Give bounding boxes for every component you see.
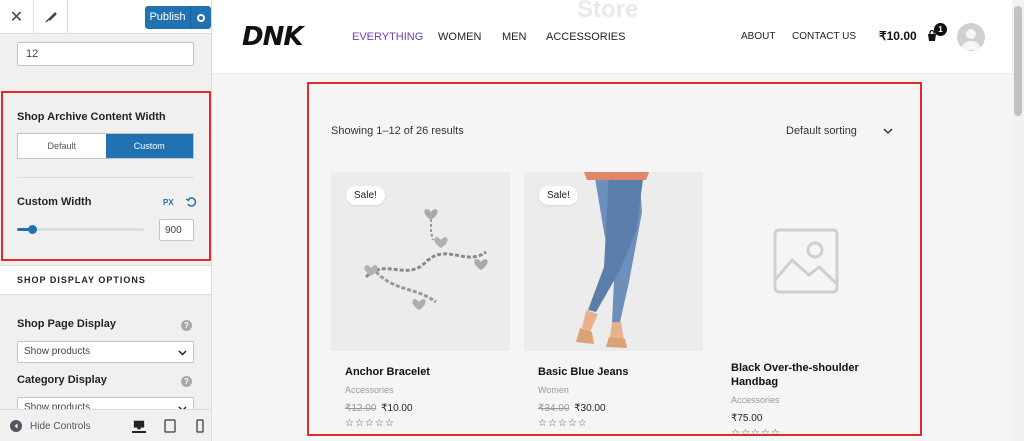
sorting-select[interactable]: Default sorting — [786, 125, 857, 137]
nav-item-about[interactable]: ABOUT — [741, 31, 775, 42]
collapse-icon — [10, 420, 22, 432]
page-title: Store — [577, 0, 639, 23]
product-category[interactable]: Accessories — [731, 395, 896, 405]
product-image[interactable]: Sale! — [524, 172, 703, 351]
desktop-icon[interactable] — [132, 419, 146, 433]
old-price: ₹12.00 — [345, 403, 377, 414]
hide-controls-button[interactable]: Hide Controls — [10, 420, 91, 432]
site-logo[interactable]: DNK — [242, 22, 303, 52]
category-display-label: Category Display — [17, 374, 107, 386]
tablet-icon[interactable] — [163, 419, 177, 433]
publish-label: Publish — [145, 6, 191, 29]
cart-count-badge: 1 — [934, 23, 947, 36]
product-price: ₹34.00 ₹30.00 — [538, 403, 703, 414]
star-rating: ☆☆☆☆☆ — [538, 418, 588, 429]
site-header: Store DNK EVERYTHING WOMEN MEN ACCESSORI… — [212, 0, 1012, 74]
sale-badge: Sale! — [346, 186, 385, 205]
custom-width-label: Custom Width — [17, 196, 92, 208]
sidebar-topbar: ✕ Publish — [0, 0, 211, 34]
nav-item-women[interactable]: WOMEN — [438, 31, 481, 43]
unit-selector[interactable]: PX — [163, 198, 174, 207]
custom-width-input[interactable]: 900 — [159, 219, 194, 241]
product-image[interactable] — [717, 172, 896, 351]
sale-price: ₹10.00 — [381, 403, 413, 414]
placeholder-image-icon — [773, 228, 839, 294]
custom-width-button[interactable]: Custom — [105, 134, 193, 158]
star-rating: ☆☆☆☆☆ — [345, 418, 395, 429]
results-count: Showing 1–12 of 26 results — [331, 125, 464, 137]
site-preview: Store DNK EVERYTHING WOMEN MEN ACCESSORI… — [212, 0, 1024, 441]
publish-button[interactable]: Publish — [145, 6, 211, 29]
product-card[interactable]: Black Over-the-shoulder Handbag Accessor… — [717, 172, 896, 439]
product-card[interactable]: Sale! Anchor Bracelet Accessories ₹12.00… — [331, 172, 510, 429]
product-name[interactable]: Anchor Bracelet — [345, 365, 510, 379]
nav-item-accessories[interactable]: ACCESSORIES — [546, 31, 625, 43]
nav-item-contact[interactable]: CONTACT US — [792, 31, 856, 42]
old-price: ₹34.00 — [538, 403, 570, 414]
avatar[interactable] — [957, 23, 985, 51]
mobile-icon[interactable] — [193, 419, 207, 433]
width-slider[interactable] — [17, 225, 144, 234]
chevron-down-icon — [178, 350, 187, 356]
chevron-down-icon[interactable] — [883, 126, 893, 136]
product-name[interactable]: Black Over-the-shoulder Handbag — [731, 361, 896, 389]
divider — [17, 177, 194, 178]
product-price: ₹12.00 ₹10.00 — [345, 403, 510, 414]
product-category[interactable]: Women — [538, 385, 703, 395]
archive-width-toggle: Default Custom — [17, 133, 194, 159]
regular-price: ₹75.00 — [731, 413, 763, 424]
help-icon[interactable]: ? — [181, 320, 192, 331]
sidebar-footer: Hide Controls — [0, 409, 211, 441]
close-icon[interactable]: ✕ — [0, 0, 34, 34]
sale-badge: Sale! — [539, 186, 578, 205]
product-card[interactable]: Sale! Basic Blue Jeans Women ₹34.00 ₹30.… — [524, 172, 703, 429]
reset-icon[interactable] — [185, 196, 197, 208]
star-rating: ☆☆☆☆☆ — [731, 428, 781, 439]
shop-page-display-select[interactable]: Show products — [17, 341, 194, 363]
customizer-app: ✕ Publish 12 Shop Archive Content Width … — [0, 0, 1024, 441]
cart-total[interactable]: ₹10.00 — [879, 29, 917, 43]
hide-controls-label: Hide Controls — [30, 420, 91, 432]
help-icon[interactable]: ? — [181, 376, 192, 387]
customizer-sidebar: ✕ Publish 12 Shop Archive Content Width … — [0, 0, 212, 441]
shop-archive-content: Showing 1–12 of 26 results Default sorti… — [307, 82, 922, 439]
default-width-button[interactable]: Default — [18, 134, 106, 158]
products-per-page-input[interactable]: 12 — [17, 42, 194, 66]
gear-icon[interactable] — [191, 13, 211, 23]
preview-scrollbar[interactable] — [1012, 0, 1024, 441]
nav-item-everything[interactable]: EVERYTHING — [352, 31, 423, 43]
product-price: ₹75.00 — [731, 413, 896, 424]
scrollbar-thumb[interactable] — [1014, 6, 1022, 116]
archive-width-title: Shop Archive Content Width — [17, 111, 166, 123]
shop-page-display-value: Show products — [24, 346, 91, 357]
shop-display-options-header[interactable]: SHOP DISPLAY OPTIONS — [0, 265, 211, 295]
product-name[interactable]: Basic Blue Jeans — [538, 365, 703, 379]
product-image[interactable]: Sale! — [331, 172, 510, 351]
product-category[interactable]: Accessories — [345, 385, 510, 395]
shop-page-display-label: Shop Page Display — [17, 318, 117, 330]
sale-price: ₹30.00 — [574, 403, 606, 414]
brush-icon[interactable] — [34, 0, 68, 34]
nav-item-men[interactable]: MEN — [502, 31, 526, 43]
